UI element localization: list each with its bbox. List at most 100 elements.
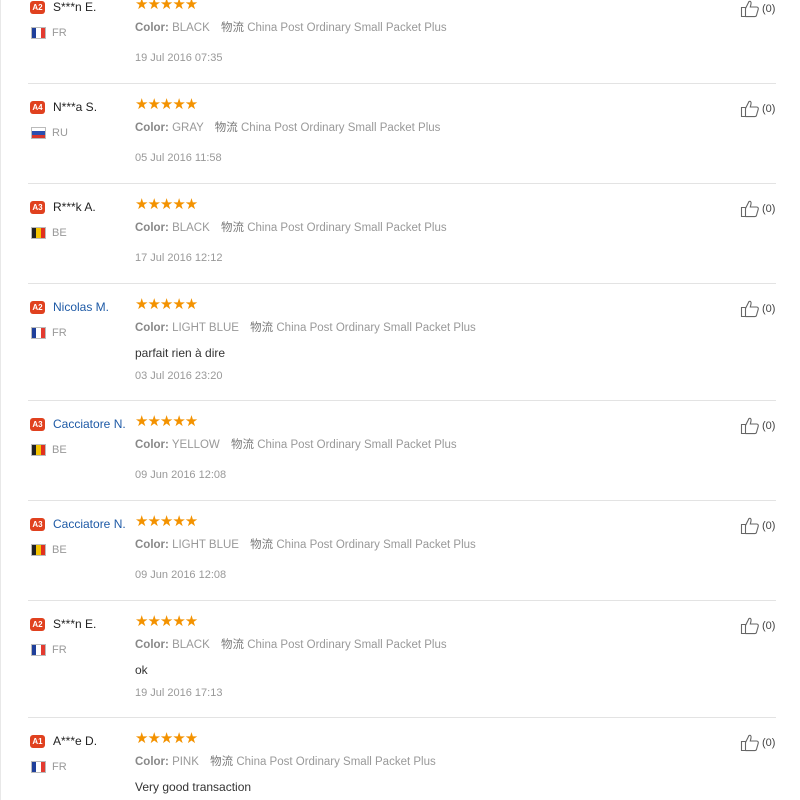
color-value: LIGHT BLUE [172,539,239,551]
logistics-icon: 物流 [250,322,274,334]
buyer-level-badge: A2 [30,1,45,14]
buyer-level-badge: A4 [30,101,45,114]
review-date: 19 Jul 2016 17:13 [135,687,223,699]
shipping-method: China Post Ordinary Small Packet Plus [247,22,447,34]
shipping-method: China Post Ordinary Small Packet Plus [236,756,436,768]
helpful-button[interactable]: (0) [740,733,775,752]
flag-be-icon [31,544,46,556]
color-value: BLACK [172,639,210,651]
reviewer-country: FR [52,761,67,773]
review-date: 19 Jul 2016 07:35 [135,52,223,64]
color-value: BLACK [172,22,210,34]
reviewer-country: BE [52,544,67,556]
color-value: YELLOW [171,439,220,451]
purchase-info: Color: GRAY 物流 China Post Ordinary Small… [135,121,440,135]
star-rating: ★★★★★ [135,613,198,630]
star-rating: ★★★★★ [135,730,198,747]
review-comment: Very good transaction [135,780,252,794]
star-rating: ★★★★★ [135,413,198,430]
thumbs-up-icon [740,300,759,318]
color-label: Color: [135,322,169,334]
flag-fr-icon [31,761,46,773]
buyer-level-badge: A1 [30,735,45,748]
review-date: 03 Jul 2016 23:20 [135,370,223,382]
color-value: GRAY [172,122,204,134]
reviewer-name: N***a S. [53,100,98,114]
helpful-count: (0) [762,736,776,749]
reviewer-country: FR [52,327,67,339]
reviewer-name: S***n E. [53,0,97,14]
reviewer-name: S***n E. [53,617,97,631]
review-divider [28,600,776,601]
reviewer-name-link[interactable]: Nicolas M. [53,299,109,315]
color-value: PINK [172,756,199,768]
logistics-icon: 物流 [214,122,238,134]
star-rating: ★★★★★ [135,196,198,213]
shipping-method: China Post Ordinary Small Packet Plus [257,439,457,451]
color-label: Color: [135,439,169,451]
thumbs-up-icon [740,417,759,435]
review-divider [28,283,776,284]
shipping-method: China Post Ordinary Small Packet Plus [276,539,476,551]
thumbs-up-icon [740,517,759,535]
buyer-level-badge: A3 [30,201,45,214]
helpful-button[interactable]: (0) [740,299,775,318]
review-date: 09 Jun 2016 12:08 [135,469,227,481]
shipping-method: China Post Ordinary Small Packet Plus [247,222,447,234]
review-date: 09 Jun 2016 12:08 [135,569,227,581]
review-divider [28,83,776,84]
color-value: LIGHT BLUE [172,322,239,334]
reviewer-country: FR [52,644,67,656]
flag-fr-icon [31,327,46,339]
buyer-level-badge: A2 [30,618,45,631]
shipping-method: China Post Ordinary Small Packet Plus [276,322,476,334]
purchase-info: Color: LIGHT BLUE 物流 China Post Ordinary… [135,321,476,335]
helpful-count: (0) [762,519,776,532]
review-divider [28,183,776,184]
page-left-border [0,0,1,800]
reviewer-name-link[interactable]: Cacciatore N. [53,416,126,432]
logistics-icon: 物流 [231,439,254,451]
shipping-method: China Post Ordinary Small Packet Plus [241,122,441,134]
review-comment: parfait rien à dire [135,346,226,360]
buyer-level-badge: A3 [30,518,45,531]
helpful-button[interactable]: (0) [740,516,775,535]
helpful-count: (0) [762,102,776,115]
purchase-info: Color: BLACK 物流 China Post Ordinary Smal… [135,638,447,652]
helpful-count: (0) [762,419,776,432]
color-value: BLACK [172,222,210,234]
thumbs-up-icon [740,617,759,635]
thumbs-up-icon [740,734,759,752]
review-date: 05 Jul 2016 11:58 [135,152,222,164]
logistics-icon: 物流 [220,22,244,34]
helpful-button[interactable]: (0) [740,0,775,18]
thumbs-up-icon [740,200,759,218]
star-rating: ★★★★★ [135,96,198,113]
flag-be-icon [31,444,46,456]
purchase-info: Color: YELLOW 物流 China Post Ordinary Sma… [135,438,457,452]
logistics-icon: 物流 [220,639,244,651]
flag-be-icon [31,227,46,239]
helpful-button[interactable]: (0) [740,199,775,218]
shipping-method: China Post Ordinary Small Packet Plus [247,639,447,651]
helpful-button[interactable]: (0) [740,99,775,118]
reviewer-name-link[interactable]: Cacciatore N. [53,516,126,532]
review-date: 17 Jul 2016 12:12 [135,252,223,264]
color-label: Color: [135,122,169,134]
helpful-count: (0) [762,302,776,315]
reviewer-country: RU [52,127,68,139]
flag-ru-icon [31,127,46,139]
star-rating: ★★★★★ [135,0,198,13]
review-divider [28,500,776,501]
color-label: Color: [135,222,169,234]
helpful-button[interactable]: (0) [740,416,775,435]
helpful-button[interactable]: (0) [740,616,775,635]
thumbs-up-icon [740,100,759,118]
review-comment: ok [135,663,148,677]
flag-fr-icon [31,644,46,656]
reviewer-country: BE [52,227,67,239]
reviewer-name: A***e D. [53,734,98,748]
logistics-icon: 物流 [250,539,274,551]
purchase-info: Color: BLACK 物流 China Post Ordinary Smal… [135,221,447,235]
helpful-count: (0) [762,2,776,15]
